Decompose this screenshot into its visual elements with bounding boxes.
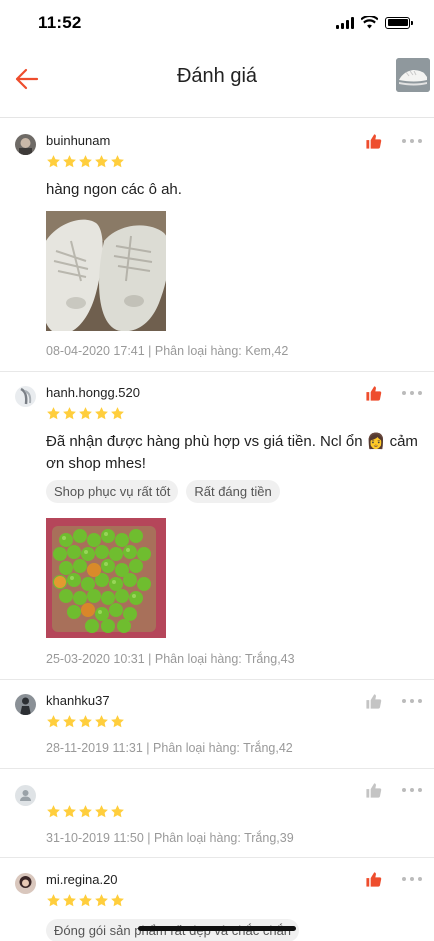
review-item: hanh.hongg.520 Đã nhận được hàng phù hợp… [0, 372, 434, 680]
star-icon [46, 714, 61, 729]
more-options-icon[interactable] [402, 876, 422, 882]
review-item: buinhunam hàng ngon các ô ah. 08-04-2020… [0, 119, 434, 372]
star-icon [94, 406, 109, 421]
home-indicator[interactable] [138, 926, 296, 931]
review-tag: Shop phục vụ rất tốt [46, 480, 179, 503]
review-photo[interactable] [46, 518, 166, 638]
star-icon [46, 406, 61, 421]
star-rating [46, 714, 125, 729]
star-rating [46, 804, 125, 819]
review-tag: Rất đáng tiền [186, 480, 280, 503]
star-icon [46, 893, 61, 908]
star-icon [62, 154, 77, 169]
star-icon [94, 804, 109, 819]
review-tags: Shop phục vụ rất tốt Rất đáng tiền [46, 480, 280, 503]
review-username[interactable]: mi.regina.20 [46, 872, 118, 887]
more-options-icon[interactable] [402, 787, 422, 793]
product-thumbnail[interactable] [396, 58, 430, 92]
review-username[interactable]: khanhku37 [46, 693, 110, 708]
star-icon [94, 893, 109, 908]
review-text: Đã nhận được hàng phù hợp vs giá tiền. N… [46, 433, 418, 472]
review-item: khanhku37 28-11-2019 11:31 | Phân loại h… [0, 680, 434, 769]
avatar-placeholder-icon[interactable] [15, 785, 36, 806]
status-icons [336, 16, 413, 29]
review-meta: 08-04-2020 17:41 | Phân loại hàng: Kem,4… [46, 344, 289, 358]
star-icon [110, 406, 125, 421]
star-icon [78, 154, 93, 169]
like-icon[interactable] [365, 782, 382, 799]
star-icon [78, 893, 93, 908]
star-icon [62, 714, 77, 729]
star-icon [110, 804, 125, 819]
star-icon [110, 714, 125, 729]
star-rating [46, 406, 125, 421]
more-options-icon[interactable] [402, 390, 422, 396]
star-rating [46, 154, 125, 169]
like-icon[interactable] [365, 693, 382, 710]
review-text: hàng ngon các ô ah. [46, 181, 182, 198]
review-photo[interactable] [46, 211, 166, 331]
avatar[interactable] [15, 134, 36, 155]
review-username[interactable]: buinhunam [46, 133, 110, 148]
status-bar: 11:52 [0, 0, 434, 48]
star-rating [46, 893, 125, 908]
page-title: Đánh giá [176, 65, 258, 87]
like-icon[interactable] [365, 385, 382, 402]
wifi-icon [361, 16, 378, 29]
star-icon [78, 804, 93, 819]
header: Đánh giá [0, 48, 434, 118]
star-icon [62, 406, 77, 421]
signal-icon [336, 16, 354, 29]
star-icon [46, 154, 61, 169]
like-icon[interactable] [365, 133, 382, 150]
review-meta: 25-03-2020 10:31 | Phân loại hàng: Trắng… [46, 652, 295, 666]
review-meta: 31-10-2019 11:50 | Phân loại hàng: Trắng… [46, 831, 294, 845]
more-options-icon[interactable] [402, 698, 422, 704]
status-time: 11:52 [38, 13, 82, 32]
star-icon [78, 406, 93, 421]
star-icon [94, 714, 109, 729]
star-icon [62, 893, 77, 908]
star-icon [94, 154, 109, 169]
avatar[interactable] [15, 873, 36, 894]
star-icon [110, 154, 125, 169]
star-icon [46, 804, 61, 819]
more-options-icon[interactable] [402, 138, 422, 144]
avatar[interactable] [15, 694, 36, 715]
avatar[interactable] [15, 386, 36, 407]
star-icon [62, 804, 77, 819]
star-icon [78, 714, 93, 729]
review-meta: 28-11-2019 11:31 | Phân loại hàng: Trắng… [46, 741, 293, 755]
star-icon [110, 893, 125, 908]
review-item: 31-10-2019 11:50 | Phân loại hàng: Trắng… [0, 769, 434, 858]
like-icon[interactable] [365, 871, 382, 888]
battery-icon [385, 16, 413, 29]
review-username[interactable]: hanh.hongg.520 [46, 385, 140, 400]
